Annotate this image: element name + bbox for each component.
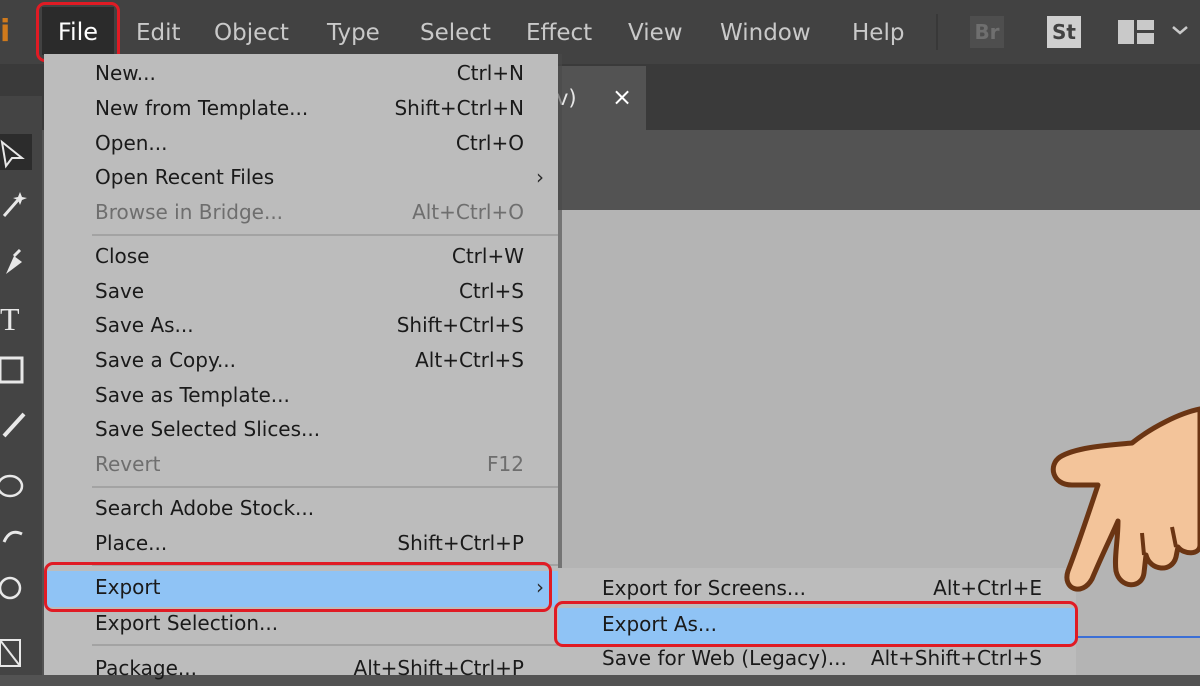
- chevron-right-icon: ›: [536, 165, 544, 189]
- zoom-tool-icon[interactable]: [0, 572, 32, 608]
- menu-type[interactable]: Type: [327, 16, 380, 50]
- menu-effect[interactable]: Effect: [526, 16, 592, 50]
- stock-button[interactable]: St: [1047, 16, 1081, 48]
- menu-item-revert: Revert F12: [95, 452, 524, 476]
- menu-item-package[interactable]: Package... Alt+Shift+Ctrl+P: [44, 652, 558, 686]
- menu-item-place[interactable]: Place... Shift+Ctrl+P: [44, 527, 558, 561]
- menu-separator: [92, 486, 558, 488]
- paintbrush-icon[interactable]: [0, 406, 32, 442]
- menu-item-browse-in-bridge: Browse in Bridge... Alt+Ctrl+O: [95, 200, 524, 224]
- menu-item-save-selected-slices[interactable]: Save Selected Slices...: [44, 413, 558, 447]
- svg-text:T: T: [0, 301, 20, 336]
- menu-help[interactable]: Help: [852, 16, 904, 50]
- artboard-edge: [1074, 636, 1200, 638]
- magic-wand-icon[interactable]: [0, 186, 32, 222]
- menu-separator: [92, 234, 558, 236]
- menu-item-open-recent[interactable]: Open Recent Files ›: [44, 161, 558, 195]
- menu-item-search-adobe-stock[interactable]: Search Adobe Stock...: [44, 492, 558, 526]
- rotate-icon[interactable]: [0, 520, 32, 556]
- app-logo: i: [0, 14, 11, 49]
- selection-tool-icon[interactable]: [0, 134, 32, 170]
- bridge-button[interactable]: Br: [970, 16, 1004, 48]
- menu-item-save[interactable]: Save Ctrl+S: [44, 275, 558, 309]
- file-menu-highlight-annotation: [36, 2, 120, 62]
- rectangle-tool-icon[interactable]: [0, 352, 32, 388]
- pen-tool-icon[interactable]: [0, 246, 32, 282]
- submenu-item-save-for-web[interactable]: Save for Web (Legacy)... Alt+Shift+Ctrl+S: [558, 642, 1076, 676]
- artboard-icon[interactable]: [0, 634, 32, 670]
- export-as-highlight-annotation: [554, 601, 1078, 647]
- menu-item-close[interactable]: Close Ctrl+W: [44, 240, 558, 274]
- menu-edit[interactable]: Edit: [136, 16, 181, 50]
- menu-select[interactable]: Select: [420, 16, 491, 50]
- pointing-hand-icon: [1050, 406, 1200, 592]
- workspace-icon[interactable]: [1118, 20, 1154, 44]
- menu-item-open[interactable]: Open... Ctrl+O: [44, 127, 558, 161]
- menu-item-export-selection[interactable]: Export Selection...: [44, 607, 558, 641]
- menu-object[interactable]: Object: [214, 16, 289, 50]
- menu-item-save-as-template[interactable]: Save as Template...: [44, 379, 558, 413]
- menu-item-save-as[interactable]: Save As... Shift+Ctrl+S: [44, 309, 558, 343]
- menubar-divider: [936, 14, 938, 50]
- export-highlight-annotation: [44, 562, 552, 612]
- menu-separator: [92, 644, 558, 646]
- menu-view[interactable]: View: [628, 16, 683, 50]
- close-tab-icon[interactable]: ×: [612, 83, 632, 111]
- tools-panel: T: [0, 96, 42, 675]
- menu-item-new-from-template[interactable]: New from Template... Shift+Ctrl+N: [44, 92, 558, 126]
- chevron-down-icon[interactable]: [1168, 18, 1192, 42]
- menu-window[interactable]: Window: [720, 16, 811, 50]
- menu-item-new[interactable]: New... Ctrl+N: [44, 57, 558, 91]
- menu-item-save-a-copy[interactable]: Save a Copy... Alt+Ctrl+S: [44, 344, 558, 378]
- type-tool-icon[interactable]: T: [0, 300, 32, 337]
- lasso-icon[interactable]: [0, 468, 32, 504]
